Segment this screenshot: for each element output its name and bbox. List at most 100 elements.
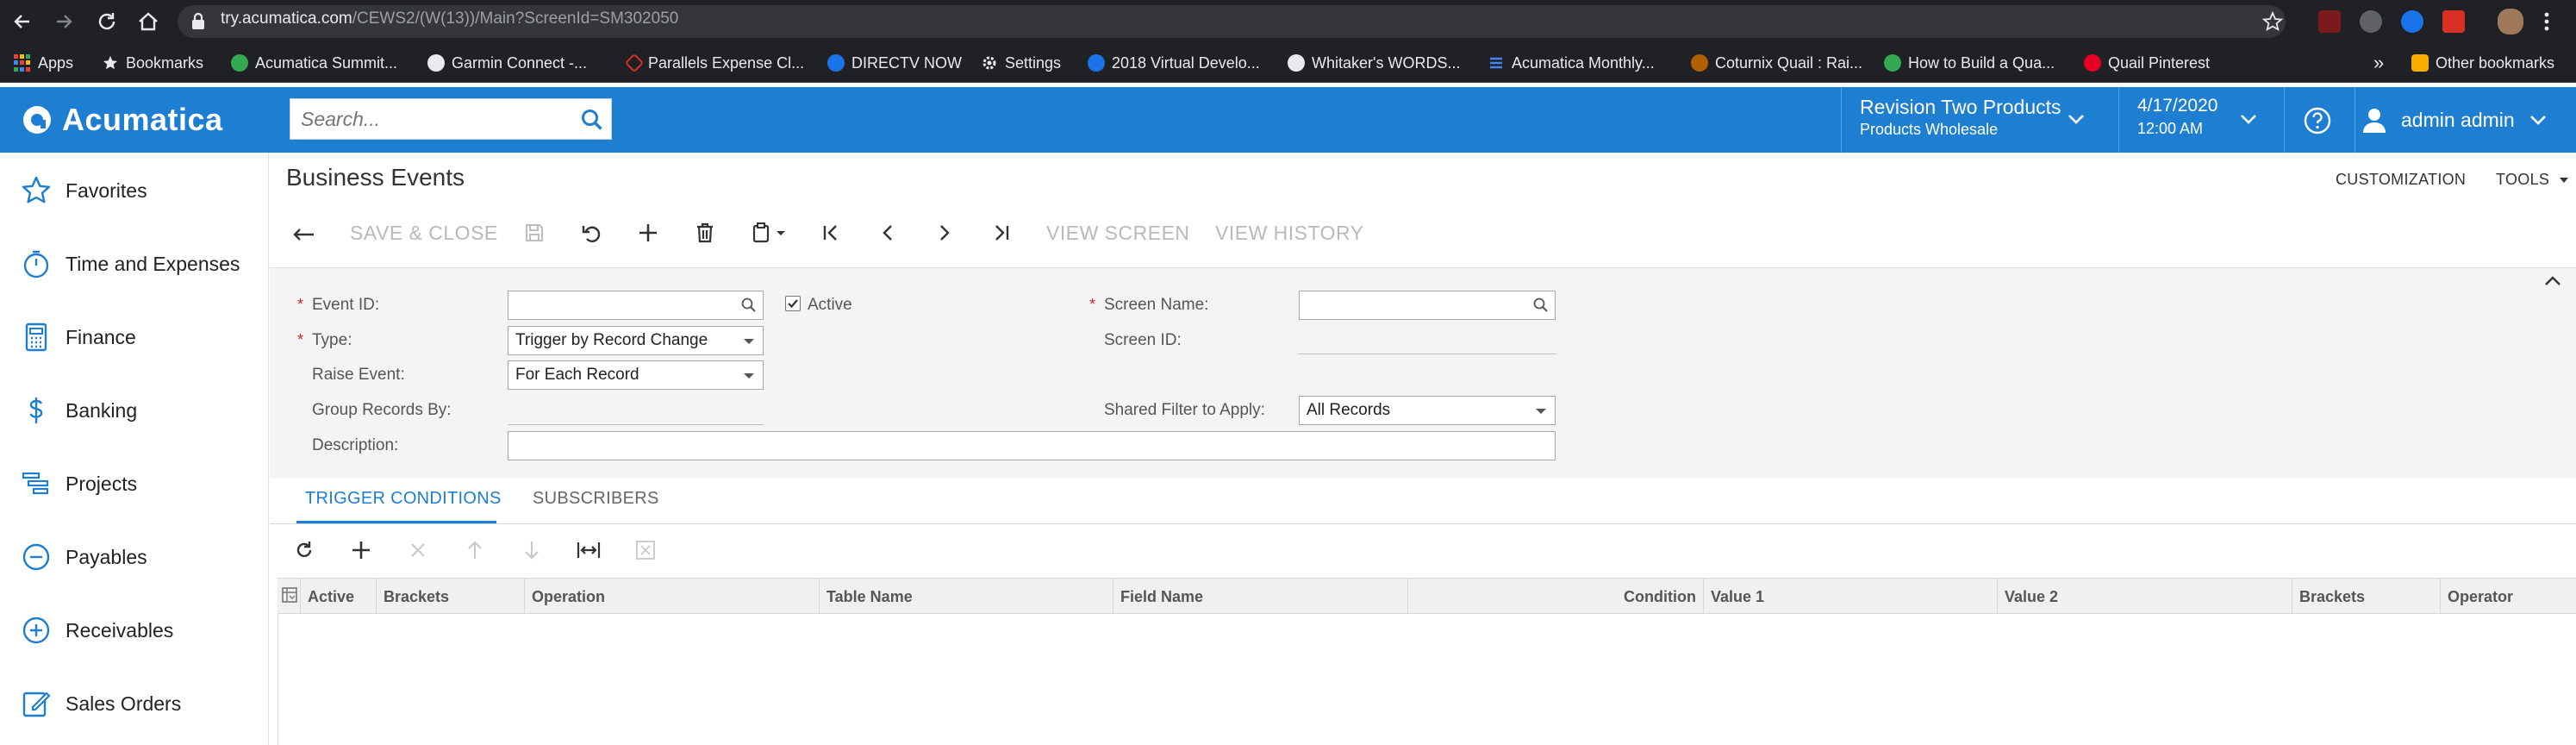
dropdown-caret-icon (744, 339, 754, 344)
tab-subscribers[interactable]: SUBSCRIBERS (533, 489, 659, 509)
delete-button[interactable] (689, 217, 720, 248)
bookmark-quail-pinterest[interactable]: Quail Pinterest (2084, 43, 2210, 83)
save-button[interactable] (519, 217, 550, 248)
move-down-button[interactable] (517, 535, 546, 565)
fit-columns-button[interactable] (574, 535, 603, 565)
column-header-brackets[interactable]: Brackets (376, 579, 524, 615)
description-field[interactable] (508, 431, 1556, 460)
back-button[interactable] (288, 217, 319, 248)
clipboard-menu-button[interactable] (746, 217, 795, 248)
first-page-icon (820, 222, 842, 244)
bookmark-parallels[interactable]: Parallels Expense Cl... (624, 43, 804, 83)
customization-menu[interactable]: CUSTOMIZATION (2336, 171, 2466, 189)
column-settings-icon[interactable] (281, 586, 298, 604)
undo-button[interactable] (576, 217, 607, 248)
column-header-value-1[interactable]: Value 1 (1703, 579, 1997, 615)
save-close-button[interactable]: SAVE & CLOSE (350, 222, 498, 245)
bookmarks-overflow[interactable]: » (2373, 43, 2384, 83)
collapse-chevron-up-icon[interactable] (2543, 274, 2562, 288)
user-menu[interactable]: admin admin (2361, 87, 2548, 153)
bookmark-virtual-dev[interactable]: 2018 Virtual Develo... (1088, 43, 1260, 83)
column-header-brackets-close[interactable]: Brackets (2292, 579, 2440, 615)
first-record-button[interactable] (815, 217, 846, 248)
add-row-button[interactable] (346, 535, 376, 565)
sidebar-item-time-expenses[interactable]: Time and Expenses (0, 234, 269, 294)
delete-row-button[interactable] (403, 535, 433, 565)
screen-name-label: Screen Name: (1104, 296, 1209, 314)
active-checkbox[interactable] (785, 296, 801, 311)
help-icon[interactable] (2303, 106, 2332, 135)
reload-icon[interactable] (93, 8, 121, 35)
bookmark-coturnix-quail[interactable]: Coturnix Quail : Rai... (1691, 43, 1862, 83)
column-header-operator[interactable]: Operator (2440, 579, 2576, 615)
bookmark-acumatica-monthly[interactable]: Acumatica Monthly... (1488, 43, 1655, 83)
lock-icon[interactable] (190, 12, 207, 31)
url-text[interactable]: try.acumatica.com/CEWS2/(W(13))/Main?Scr… (221, 9, 678, 28)
column-header-value-2[interactable]: Value 2 (1997, 579, 2292, 615)
forward-arrow-icon[interactable] (50, 8, 78, 35)
raise-event-select[interactable]: For Each Record (508, 360, 764, 390)
lookup-magnifier-icon[interactable] (740, 297, 758, 314)
view-history-button[interactable]: VIEW HISTORY (1215, 222, 1364, 245)
sidebar-item-favorites[interactable]: Favorites (0, 160, 269, 221)
bookmark-star-icon[interactable] (2261, 10, 2284, 33)
business-date-selector[interactable]: 4/17/2020 12:00 AM (2137, 96, 2217, 138)
bookmark-garmin[interactable]: Garmin Connect -... (427, 43, 587, 83)
bookmark-label: How to Build a Qua... (1908, 53, 2055, 72)
next-record-button[interactable] (929, 217, 960, 248)
type-select[interactable]: Trigger by Record Change (508, 326, 764, 355)
date-chevron-down-icon[interactable] (2239, 112, 2258, 126)
tools-menu[interactable]: TOOLS (2496, 171, 2568, 189)
back-arrow-icon[interactable] (9, 8, 36, 35)
acumatica-logo[interactable]: Acumatica (22, 102, 223, 138)
screen-name-field[interactable] (1299, 291, 1556, 320)
search-box[interactable] (290, 98, 612, 140)
profile-avatar[interactable] (2498, 9, 2523, 34)
bookmark-build-quail[interactable]: How to Build a Qua... (1884, 43, 2055, 83)
column-header-table-name[interactable]: Table Name (819, 579, 1113, 615)
bookmark-bookmarks[interactable]: Bookmarks (102, 43, 203, 83)
search-input[interactable] (290, 99, 575, 139)
required-marker: * (1089, 296, 1096, 313)
company-chevron-down-icon[interactable] (2067, 112, 2086, 126)
bookmark-whitakers-words[interactable]: Whitaker's WORDS... (1288, 43, 1460, 83)
add-button[interactable] (633, 217, 664, 248)
sidebar-item-projects[interactable]: Projects (0, 454, 269, 514)
event-id-field[interactable] (508, 291, 764, 320)
sidebar-item-finance[interactable]: Finance (0, 307, 269, 367)
excel-icon (635, 540, 656, 560)
shared-filter-select[interactable]: All Records (1299, 396, 1556, 425)
extension-icon[interactable] (2360, 10, 2382, 33)
company-selector[interactable]: Revision Two Products Products Wholesale (1860, 96, 2061, 139)
sidebar-item-label: Sales Orders (65, 692, 182, 715)
column-header-field-name[interactable]: Field Name (1113, 579, 1407, 615)
pdf-extension-icon[interactable] (2318, 10, 2341, 33)
refresh-button[interactable] (290, 535, 319, 565)
extension-icon[interactable] (2401, 10, 2423, 33)
search-icon[interactable] (580, 108, 604, 132)
bookmark-settings[interactable]: Settings (981, 43, 1061, 83)
sidebar-item-payables[interactable]: Payables (0, 527, 269, 587)
previous-record-button[interactable] (872, 217, 903, 248)
other-bookmarks[interactable]: Other bookmarks (2411, 43, 2554, 83)
lookup-magnifier-icon[interactable] (1532, 297, 1550, 314)
column-header-active[interactable]: Active (300, 579, 376, 615)
column-header-condition[interactable]: Condition (1407, 579, 1703, 615)
sidebar-item-banking[interactable]: Banking (0, 380, 269, 441)
bookmark-acumatica-summit[interactable]: Acumatica Summit... (231, 43, 397, 83)
view-screen-button[interactable]: VIEW SCREEN (1046, 222, 1190, 245)
group-records-field[interactable] (508, 424, 764, 425)
bookmark-directv[interactable]: DIRECTV NOW (827, 43, 962, 83)
sidebar-item-sales-orders[interactable]: Sales Orders (0, 673, 269, 734)
export-excel-button[interactable] (631, 535, 660, 565)
last-record-button[interactable] (986, 217, 1017, 248)
sidebar-item-receivables[interactable]: Receivables (0, 600, 269, 660)
move-up-button[interactable] (460, 535, 490, 565)
column-header-operation[interactable]: Operation (524, 579, 819, 615)
chrome-menu-icon[interactable] (2542, 10, 2551, 33)
tab-trigger-conditions[interactable]: TRIGGER CONDITIONS (305, 489, 502, 509)
grid-body[interactable] (278, 614, 2576, 745)
home-icon[interactable] (134, 8, 162, 35)
bookmark-apps[interactable]: Apps (14, 43, 73, 83)
extension-icon[interactable] (2442, 10, 2465, 33)
